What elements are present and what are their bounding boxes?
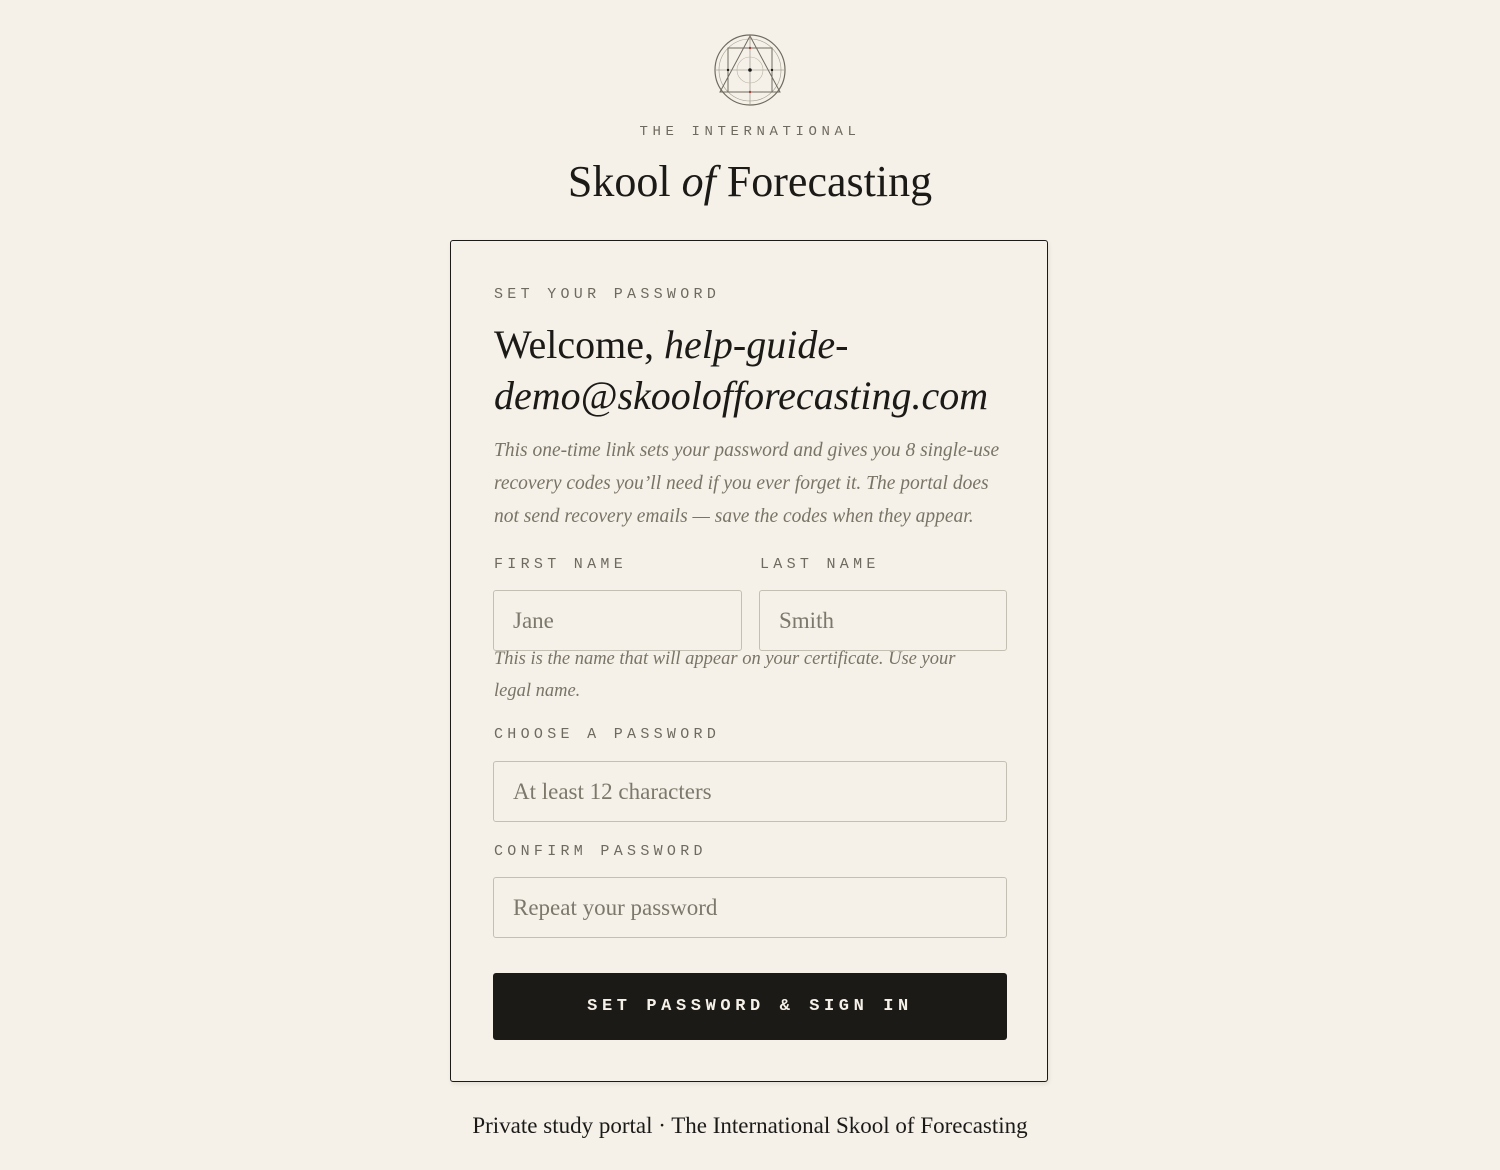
- set-password-sign-in-button[interactable]: SET PASSWORD & SIGN IN: [493, 973, 1007, 1040]
- footer-text: Private study portal · The International…: [472, 1113, 1028, 1138]
- name-hint: This is the name that will appear on you…: [494, 649, 956, 701]
- last-name-label: LAST NAME: [760, 556, 880, 573]
- password-label: CHOOSE A PASSWORD: [494, 726, 721, 743]
- card-eyebrow: SET YOUR PASSWORD: [494, 286, 721, 303]
- first-name-input[interactable]: [493, 590, 742, 651]
- brand-title-part1: Skool: [567, 157, 671, 206]
- brand-eyebrow: THE INTERNATIONAL: [639, 124, 861, 140]
- brand-title-of: of: [681, 157, 716, 206]
- first-name-label: FIRST NAME: [494, 556, 628, 573]
- welcome-prefix: Welcome,: [494, 322, 655, 367]
- intro-text: This one-time link sets your password an…: [494, 440, 1000, 527]
- brand-title: Skool of Forecasting: [0, 154, 1500, 210]
- set-password-card: SET YOUR PASSWORD Welcome, help-guide-de…: [450, 240, 1048, 1082]
- password-input[interactable]: [493, 761, 1007, 822]
- confirm-password-label: CONFIRM PASSWORD: [494, 843, 707, 860]
- geometric-seal-icon: [714, 34, 786, 106]
- last-name-input[interactable]: [759, 590, 1007, 651]
- welcome-heading: Welcome, help-guide-demo@skoolofforecast…: [494, 319, 1014, 421]
- brand-title-part2: Forecasting: [726, 157, 933, 206]
- confirm-password-input[interactable]: [493, 877, 1007, 938]
